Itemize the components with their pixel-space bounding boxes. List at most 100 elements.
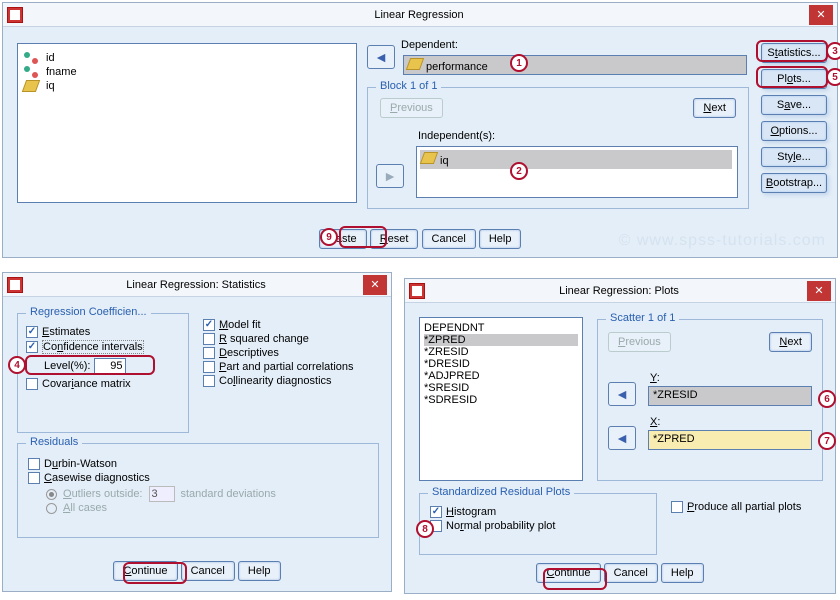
titlebar: Linear Regression ✕	[3, 3, 837, 27]
list-item[interactable]: *ADJPRED	[424, 370, 578, 382]
help-button[interactable]: Help	[479, 229, 522, 249]
list-item[interactable]: *SRESID	[424, 382, 578, 394]
move-y-button[interactable]: ◄	[608, 382, 636, 406]
app-icon	[7, 7, 23, 23]
checkbox-icon	[203, 361, 215, 373]
x-label: X:	[650, 416, 660, 428]
marker-7: 7	[818, 432, 836, 450]
marker-2: 2	[510, 162, 528, 180]
marker-5: 5	[826, 68, 840, 86]
window-title: Linear Regression: Plots	[431, 285, 807, 297]
regcoef-label: Regression Coefficien...	[26, 306, 151, 318]
rsq-checkbox[interactable]: R squared change	[203, 333, 354, 345]
level-input[interactable]	[94, 358, 126, 374]
move-x-button[interactable]: ◄	[608, 426, 636, 450]
scale-icon	[22, 80, 40, 92]
marker-9: 9	[320, 228, 338, 246]
move-independent-button[interactable]: ►	[376, 164, 404, 188]
marker-8: 8	[416, 520, 434, 538]
modelfit-checkbox[interactable]: Model fit	[203, 319, 354, 331]
allcases-radio	[46, 503, 57, 514]
cancel-button[interactable]: Cancel	[422, 229, 476, 249]
var-label: iq	[46, 80, 55, 92]
x-field[interactable]: *ZPRED	[648, 430, 812, 450]
plots-listbox[interactable]: DEPENDNT *ZPRED *ZRESID *DRESID *ADJPRED…	[419, 317, 583, 481]
normalprob-checkbox[interactable]: Normal probability plot	[430, 520, 646, 532]
plots-window: Linear Regression: Plots ✕ DEPENDNT *ZPR…	[404, 278, 836, 594]
outliers-radio	[46, 489, 57, 500]
checkbox-icon	[203, 347, 215, 359]
outliers-input	[149, 486, 175, 502]
block-label: Block 1 of 1	[376, 80, 441, 92]
descriptives-checkbox[interactable]: Descriptives	[203, 347, 354, 359]
statistics-window: Linear Regression: Statistics ✕ Regressi…	[2, 272, 392, 592]
produce-all-checkbox[interactable]: Produce all partial plots	[671, 501, 801, 513]
list-item[interactable]: iq	[420, 150, 732, 169]
statistics-button[interactable]: Statistics...	[761, 43, 827, 63]
checkbox-icon	[26, 326, 38, 338]
save-button[interactable]: Save...	[761, 95, 827, 115]
list-item[interactable]: *SDRESID	[424, 394, 578, 406]
linear-regression-window: Linear Regression ✕ id fname iq Dependen…	[2, 2, 838, 258]
confint-checkbox[interactable]: Confidence intervals	[26, 340, 180, 354]
variables-listbox[interactable]: id fname iq	[17, 43, 357, 203]
residuals-label: Residuals	[26, 436, 82, 448]
continue-button[interactable]: Continue	[113, 561, 177, 581]
casewise-checkbox[interactable]: Casewise diagnostics	[28, 472, 368, 484]
marker-6: 6	[818, 390, 836, 408]
scale-icon	[420, 152, 438, 164]
checkbox-icon	[203, 375, 215, 387]
close-icon[interactable]: ✕	[809, 5, 833, 25]
dependent-field[interactable]: performance	[403, 55, 747, 75]
residuals-group: Residuals Durbin-Watson Casewise diagnos…	[17, 443, 379, 538]
next-button[interactable]: Next	[693, 98, 736, 118]
stdres-label: Standardized Residual Plots	[428, 486, 574, 498]
cancel-button[interactable]: Cancel	[604, 563, 658, 583]
nominal-icon	[24, 52, 38, 64]
window-title: Linear Regression	[29, 9, 809, 21]
independent-value: iq	[440, 155, 449, 167]
estimates-checkbox[interactable]: Estimates	[26, 326, 180, 338]
durbin-checkbox[interactable]: Durbin-Watson	[28, 458, 368, 470]
checkbox-icon	[28, 472, 40, 484]
app-icon	[7, 277, 23, 293]
scale-icon	[406, 58, 424, 70]
covmatrix-checkbox[interactable]: Covariance matrix	[26, 378, 180, 390]
y-field[interactable]: *ZRESID	[648, 386, 812, 406]
close-icon[interactable]: ✕	[807, 281, 831, 301]
partcorr-checkbox[interactable]: Part and partial correlations	[203, 361, 354, 373]
options-button[interactable]: Options...	[761, 121, 827, 141]
var-label: fname	[46, 66, 77, 78]
scatter-label: Scatter 1 of 1	[606, 312, 679, 324]
reset-button[interactable]: Reset	[370, 229, 419, 249]
list-item[interactable]: *DRESID	[424, 358, 578, 370]
list-item[interactable]: DEPENDNT	[424, 322, 578, 334]
continue-button[interactable]: Continue	[536, 563, 600, 583]
list-item[interactable]: iq	[24, 80, 350, 92]
cancel-button[interactable]: Cancel	[181, 561, 235, 581]
checkbox-icon	[203, 319, 215, 331]
independent-label: Independent(s):	[418, 130, 495, 142]
next-button[interactable]: Next	[769, 332, 812, 352]
bootstrap-button[interactable]: Bootstrap...	[761, 173, 827, 193]
stats-button-row: Continue Cancel Help	[3, 561, 391, 581]
close-icon[interactable]: ✕	[363, 275, 387, 295]
collin-checkbox[interactable]: Collinearity diagnostics	[203, 375, 354, 387]
move-dependent-button[interactable]: ◄	[367, 45, 395, 69]
checkbox-icon	[26, 341, 38, 353]
plots-button[interactable]: Plots...	[761, 69, 827, 89]
style-button[interactable]: Style...	[761, 147, 827, 167]
checkbox-icon	[26, 378, 38, 390]
list-item[interactable]: id	[24, 52, 350, 64]
help-button[interactable]: Help	[238, 561, 281, 581]
histogram-checkbox[interactable]: Histogram	[430, 506, 646, 518]
y-label: Y:	[650, 372, 660, 384]
list-item[interactable]: fname	[24, 66, 350, 78]
list-item[interactable]: *ZPRED	[424, 334, 578, 346]
level-label: Level(%):	[44, 360, 90, 372]
list-item[interactable]: *ZRESID	[424, 346, 578, 358]
independent-listbox[interactable]: iq	[416, 146, 738, 198]
dependent-label: Dependent:	[401, 39, 458, 51]
help-button[interactable]: Help	[661, 563, 704, 583]
stddev-label: standard deviations	[181, 488, 276, 500]
